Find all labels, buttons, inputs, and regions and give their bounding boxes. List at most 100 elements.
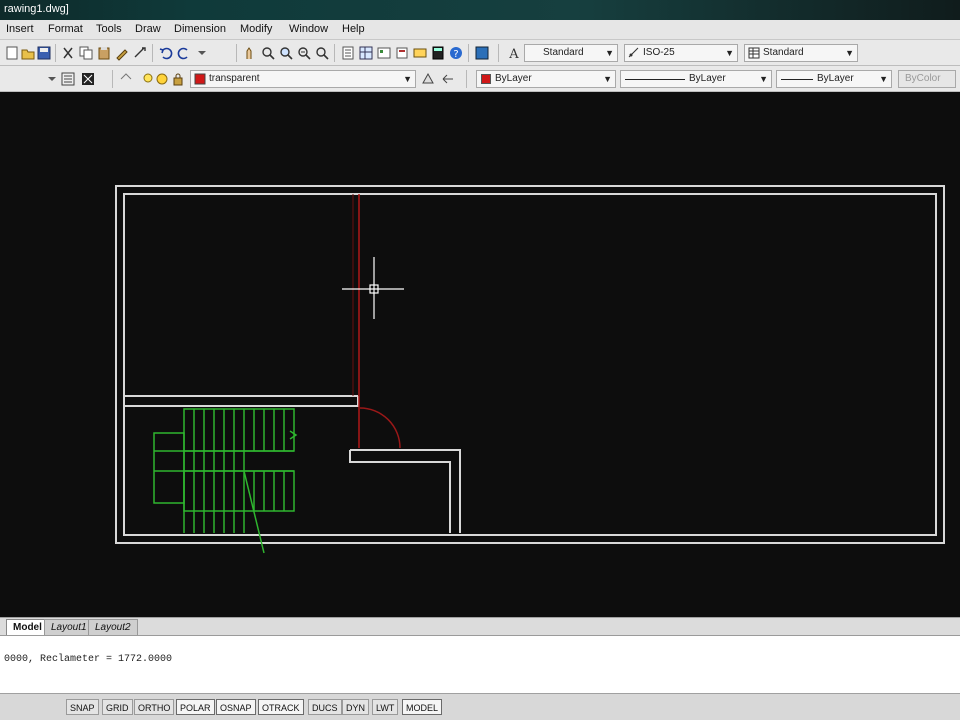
table-style-value: Standard (763, 47, 804, 58)
chevron-down-icon: ▼ (725, 48, 734, 58)
grid-toggle[interactable]: GRID (102, 699, 133, 715)
menu-window[interactable]: Window (289, 23, 328, 35)
snap-toggle[interactable]: SNAP (66, 699, 99, 715)
drawing-canvas[interactable] (0, 93, 960, 617)
tool-palettes-icon[interactable] (376, 45, 392, 61)
ducs-toggle[interactable]: DUCS (308, 699, 342, 715)
separator (466, 70, 467, 88)
otrack-toggle[interactable]: OTRACK (258, 699, 304, 715)
lineweight-select[interactable]: ByLayer ▼ (776, 70, 892, 88)
outer-wall-outline[interactable] (115, 185, 945, 544)
menu-dimension[interactable]: Dimension (174, 23, 226, 35)
lineweight-select-value: ByLayer (817, 73, 854, 84)
chevron-down-icon: ▼ (603, 74, 612, 84)
staircase[interactable] (153, 408, 298, 554)
chevron-down-icon: ▼ (605, 48, 614, 58)
chevron-down-icon[interactable] (44, 71, 60, 87)
layer-manager-icon[interactable] (60, 71, 76, 87)
text-style-value: Standard (543, 47, 584, 58)
chevron-down-icon: ▼ (879, 74, 888, 84)
dim-style-icon (628, 47, 640, 59)
make-current-icon[interactable] (420, 71, 436, 87)
menu-format[interactable]: Format (48, 23, 83, 35)
paste-icon[interactable] (96, 45, 112, 61)
zoom-realtime-icon[interactable] (260, 45, 276, 61)
layer-color-icon (194, 73, 206, 85)
layer-states-icon[interactable] (80, 71, 96, 87)
model-toggle[interactable]: MODEL (402, 699, 443, 715)
tab-layout2[interactable]: Layout2 (88, 619, 138, 635)
undo-icon[interactable] (158, 45, 174, 61)
copy-icon[interactable] (78, 45, 94, 61)
window-title: rawing1.dwg] (4, 3, 69, 15)
color-select[interactable]: ByLayer ▼ (476, 70, 616, 88)
layer-select[interactable]: transparent ▼ (190, 70, 416, 88)
dyn-toggle[interactable]: DYN (342, 699, 370, 715)
crosshair-cursor (342, 257, 404, 319)
chevron-down-icon: ▼ (403, 74, 412, 84)
dim-style-select[interactable]: ISO-25 ▼ (624, 44, 738, 62)
calculator-icon[interactable] (430, 45, 446, 61)
interior-wall-end[interactable] (350, 396, 359, 407)
help-icon[interactable]: ? (448, 45, 464, 61)
menu-tools[interactable]: Tools (96, 23, 122, 35)
separator (498, 44, 499, 62)
color-select-value: ByLayer (495, 73, 532, 84)
markup-icon[interactable] (412, 45, 428, 61)
command-history-line: 0000, Reclameter = 1772.0000 (4, 654, 173, 665)
interior-wall[interactable] (349, 449, 461, 533)
sheet-set-icon[interactable] (394, 45, 410, 61)
separator (334, 44, 335, 62)
dim-style-value: ISO-25 (643, 47, 675, 58)
polar-toggle[interactable]: POLAR (176, 699, 215, 715)
menu-draw[interactable]: Draw (135, 23, 161, 35)
pan-icon[interactable] (242, 45, 258, 61)
lineweight-preview (781, 79, 813, 80)
table-style-icon (748, 47, 760, 59)
tab-layout1[interactable]: Layout1 (44, 619, 94, 635)
zoom-previous-icon[interactable] (296, 45, 312, 61)
linetype-select[interactable]: ByLayer ▼ (620, 70, 772, 88)
menu-modify[interactable]: Modify (240, 23, 272, 35)
inner-wall-outline[interactable] (123, 193, 937, 536)
open-icon[interactable] (20, 45, 36, 61)
redo-icon[interactable] (176, 45, 192, 61)
osnap-toggle[interactable]: OSNAP (216, 699, 256, 715)
command-line[interactable]: 0000, Reclameter = 1772.0000 (0, 635, 960, 693)
design-center-icon[interactable] (358, 45, 374, 61)
separator (468, 44, 469, 62)
match-properties-icon[interactable] (114, 45, 130, 61)
dropdown-icon[interactable] (194, 45, 210, 61)
zoom-extents-icon[interactable] (314, 45, 330, 61)
lwt-toggle[interactable]: LWT (372, 699, 399, 715)
properties-icon[interactable] (340, 45, 356, 61)
table-style-select[interactable]: Standard ▼ (744, 44, 858, 62)
layer-select-value: transparent (209, 73, 260, 84)
door-swing-arc[interactable] (359, 407, 401, 449)
layer-previous-icon[interactable] (440, 71, 456, 87)
chevron-down-icon: ▼ (845, 48, 854, 58)
tab-model[interactable]: Model (6, 619, 49, 635)
cut-icon[interactable] (60, 45, 76, 61)
text-style-icon: A (506, 45, 522, 62)
block-editor-icon[interactable] (132, 45, 148, 61)
save-icon[interactable] (36, 45, 52, 61)
zoom-window-icon[interactable] (278, 45, 294, 61)
menu-insert[interactable]: Insert (6, 23, 34, 35)
floor-plan-drawing[interactable] (0, 93, 960, 617)
freeze-icon[interactable] (154, 71, 170, 87)
interior-wall[interactable] (124, 395, 358, 407)
menu-help[interactable]: Help (342, 23, 365, 35)
separator (55, 44, 56, 62)
status-bar: SNAP GRID ORTHO POLAR OSNAP OTRACK DUCS … (0, 693, 960, 720)
text-style-select[interactable]: Standard ▼ (524, 44, 618, 62)
color-swatch (481, 74, 491, 84)
separator (112, 70, 113, 88)
ortho-toggle[interactable]: ORTHO (134, 699, 175, 715)
layer-previous-icon[interactable] (118, 71, 134, 87)
lock-icon[interactable] (170, 71, 186, 87)
refresh-icon[interactable] (474, 45, 490, 61)
new-icon[interactable] (4, 45, 20, 61)
plotstyle-select-value: ByColor (905, 73, 941, 84)
separator (236, 44, 237, 62)
